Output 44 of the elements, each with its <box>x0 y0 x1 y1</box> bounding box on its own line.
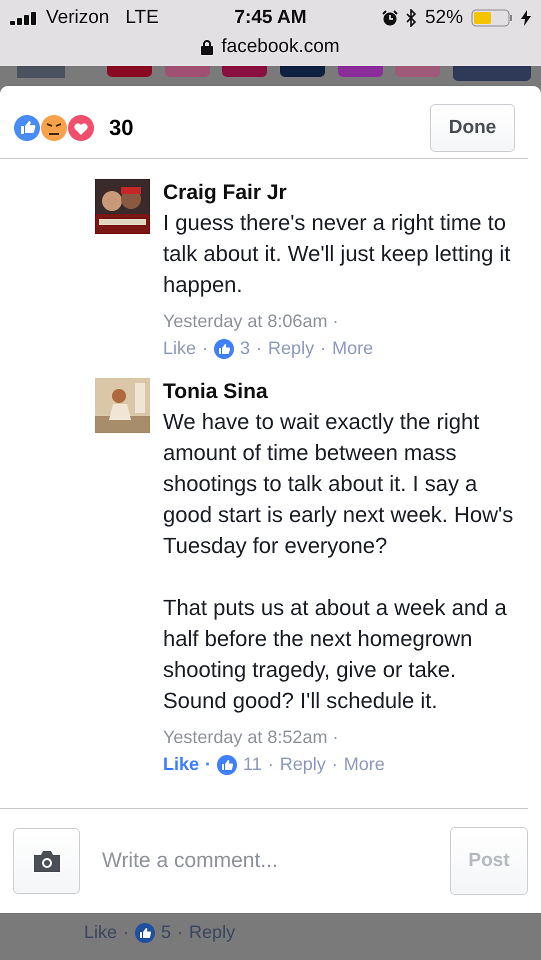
comment-author[interactable]: Craig Fair Jr <box>163 179 518 207</box>
battery-icon <box>471 9 513 27</box>
comment-text: I guess there's never a right time to talk about it. We'll just keep letting it happen. <box>163 209 512 299</box>
done-button[interactable]: Done <box>430 104 515 152</box>
separator-dot: · <box>268 753 274 776</box>
thumbs-up-icon <box>214 338 234 358</box>
bluetooth-icon <box>406 9 417 27</box>
separator-dot: · <box>320 337 326 360</box>
separator-dot: · <box>205 753 212 776</box>
comment-timestamp: Yesterday at 8:06am · <box>163 311 338 331</box>
like-count[interactable]: 5 <box>161 919 172 946</box>
reply-link[interactable]: Reply <box>280 751 326 778</box>
comment-author[interactable]: Tonia Sina <box>163 378 518 406</box>
clock: 7:45 AM <box>234 7 307 29</box>
reply-link[interactable]: Reply <box>268 335 314 362</box>
comment-timestamp: Yesterday at 8:52am · <box>163 727 338 747</box>
separator-dot: · <box>256 337 262 360</box>
more-link[interactable]: More <box>344 751 385 778</box>
like-count[interactable]: 11 <box>243 751 262 778</box>
comment-text: We have to wait exactly the right amount of time between mass shootings to talk about it. I say a good start is early next week. How's Tuesday for everyone? That puts us at about a week and a half before the next homegrown shooting tragedy, give or take. Sound good? I'll schedule it. <box>163 408 514 715</box>
camera-icon <box>32 850 62 872</box>
thumbs-up-icon <box>217 754 238 774</box>
more-link[interactable]: More <box>332 335 374 362</box>
carrier-name: Verizon <box>46 7 110 29</box>
page-address[interactable]: facebook.com <box>221 36 340 58</box>
like-count[interactable]: 3 <box>240 335 250 362</box>
separator-dot: · <box>202 337 208 360</box>
separator-dot: · <box>332 753 338 776</box>
separator-dot: · <box>123 921 130 944</box>
like-link[interactable]: Like <box>84 919 118 946</box>
reply-link[interactable]: Reply <box>189 919 236 946</box>
like-link[interactable]: Like <box>163 335 196 362</box>
alarm-clock-icon <box>382 10 398 26</box>
like-link[interactable]: Like <box>163 751 200 778</box>
post-button[interactable]: Post <box>450 827 528 895</box>
thumbs-up-icon <box>135 922 156 942</box>
signal-icon <box>10 11 38 25</box>
reaction-count: 30 <box>109 115 134 141</box>
lock-icon <box>201 40 214 54</box>
battery-percentage: 52% <box>424 7 463 29</box>
camera-button[interactable] <box>13 828 80 894</box>
charging-bolt-icon <box>521 10 531 26</box>
network-type: LTE <box>125 7 159 29</box>
separator-dot: · <box>177 921 184 944</box>
